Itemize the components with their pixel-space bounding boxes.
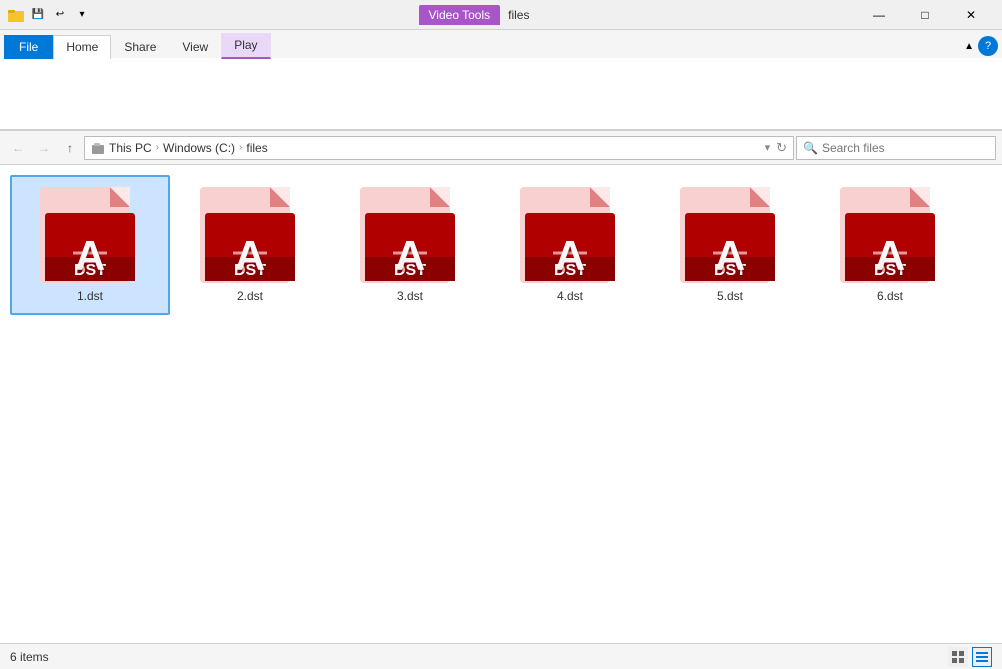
search-box[interactable]: 🔍 (796, 136, 996, 160)
file-item-6.dst[interactable]: A DST A A 6.dst (810, 175, 970, 315)
window-title: files (508, 8, 529, 22)
file-item-5.dst[interactable]: A DST A A 5.dst (650, 175, 810, 315)
file-label-6.dst: 6.dst (877, 289, 903, 303)
window-controls: — □ ✕ (856, 0, 994, 30)
file-label-2.dst: 2.dst (237, 289, 263, 303)
dst-icon-1: A DST A A (35, 185, 145, 285)
dst-icon-6: A DST A A (835, 185, 945, 285)
breadcrumb-sep1: › (156, 142, 159, 153)
qat-dropdown[interactable]: ▾ (72, 5, 92, 25)
file-label-3.dst: 3.dst (397, 289, 423, 303)
toolbar: ← → ↑ This PC › Windows (C:) › files ▾ ↻… (0, 131, 1002, 165)
tab-play[interactable]: Play (221, 33, 270, 59)
close-button[interactable]: ✕ (948, 0, 994, 30)
address-bar[interactable]: This PC › Windows (C:) › files ▾ ↻ (84, 136, 794, 160)
file-item-4.dst[interactable]: A DST A A 4.dst (490, 175, 650, 315)
large-icons-icon (951, 650, 965, 664)
ribbon-collapse[interactable]: ▲ (964, 41, 974, 52)
tab-share[interactable]: Share (111, 35, 169, 59)
breadcrumb-thispc[interactable]: This PC (109, 141, 152, 155)
file-item-2.dst[interactable]: A DST A A 2.dst (170, 175, 330, 315)
details-icon (975, 650, 989, 664)
minimize-button[interactable]: — (856, 0, 902, 30)
ribbon-tabs: File Home Share View Play ▲ ? (0, 30, 1002, 58)
file-label-4.dst: 4.dst (557, 289, 583, 303)
search-input[interactable] (822, 141, 989, 155)
svg-text:A: A (235, 232, 265, 279)
ribbon: File Home Share View Play ▲ ? (0, 30, 1002, 131)
file-item-1.dst[interactable]: A DST A A 1.dst (10, 175, 170, 315)
title-bar-left: 💾 ↩ ▾ (8, 5, 92, 25)
dst-icon-4: A DST A A (515, 185, 625, 285)
file-label-1.dst: 1.dst (77, 289, 103, 303)
tab-home[interactable]: Home (53, 35, 111, 59)
up-button[interactable]: ↑ (58, 136, 82, 160)
dst-icon-5: A DST A A (675, 185, 785, 285)
details-view[interactable] (972, 647, 992, 667)
title-area: Video Tools files (92, 5, 856, 25)
file-label-5.dst: 5.dst (717, 289, 743, 303)
refresh-button[interactable]: ↻ (776, 140, 787, 156)
breadcrumb-windowsc[interactable]: Windows (C:) (163, 141, 235, 155)
video-tools-label: Video Tools (419, 5, 501, 25)
forward-button[interactable]: → (32, 136, 56, 160)
maximize-button[interactable]: □ (902, 0, 948, 30)
qat-undo[interactable]: ↩ (50, 5, 70, 25)
breadcrumb-files[interactable]: files (246, 141, 267, 155)
ribbon-content (0, 58, 1002, 130)
large-icons-view[interactable] (948, 647, 968, 667)
file-content: A DST A A 1.dst A (0, 165, 1002, 643)
svg-text:A: A (75, 232, 105, 279)
tab-view[interactable]: View (169, 35, 221, 59)
dst-icon-2: A DST A A (195, 185, 305, 285)
breadcrumb-sep2: › (239, 142, 242, 153)
svg-text:A: A (555, 232, 585, 279)
title-bar: 💾 ↩ ▾ Video Tools files — □ ✕ (0, 0, 1002, 30)
ribbon-right-controls: ▲ ? (271, 36, 998, 58)
svg-text:A: A (875, 232, 905, 279)
file-item-3.dst[interactable]: A DST A A 3.dst (330, 175, 490, 315)
quick-access-toolbar: 💾 ↩ ▾ (28, 5, 92, 25)
item-count: 6 items (10, 650, 49, 664)
svg-text:A: A (395, 232, 425, 279)
tab-file[interactable]: File (4, 35, 53, 59)
view-controls (948, 647, 992, 667)
address-actions: ▾ ↻ (765, 140, 787, 156)
back-button[interactable]: ← (6, 136, 30, 160)
svg-text:A: A (715, 232, 745, 279)
folder-icon (8, 7, 24, 23)
qat-save[interactable]: 💾 (28, 5, 48, 25)
main-area: A DST A A 1.dst A (0, 165, 1002, 643)
status-bar: 6 items (0, 643, 1002, 669)
dst-icon-3: A DST A A (355, 185, 465, 285)
address-dropdown[interactable]: ▾ (765, 141, 771, 154)
search-icon: 🔍 (803, 141, 818, 155)
help-button[interactable]: ? (978, 36, 998, 56)
breadcrumb-pc-icon (91, 141, 105, 155)
